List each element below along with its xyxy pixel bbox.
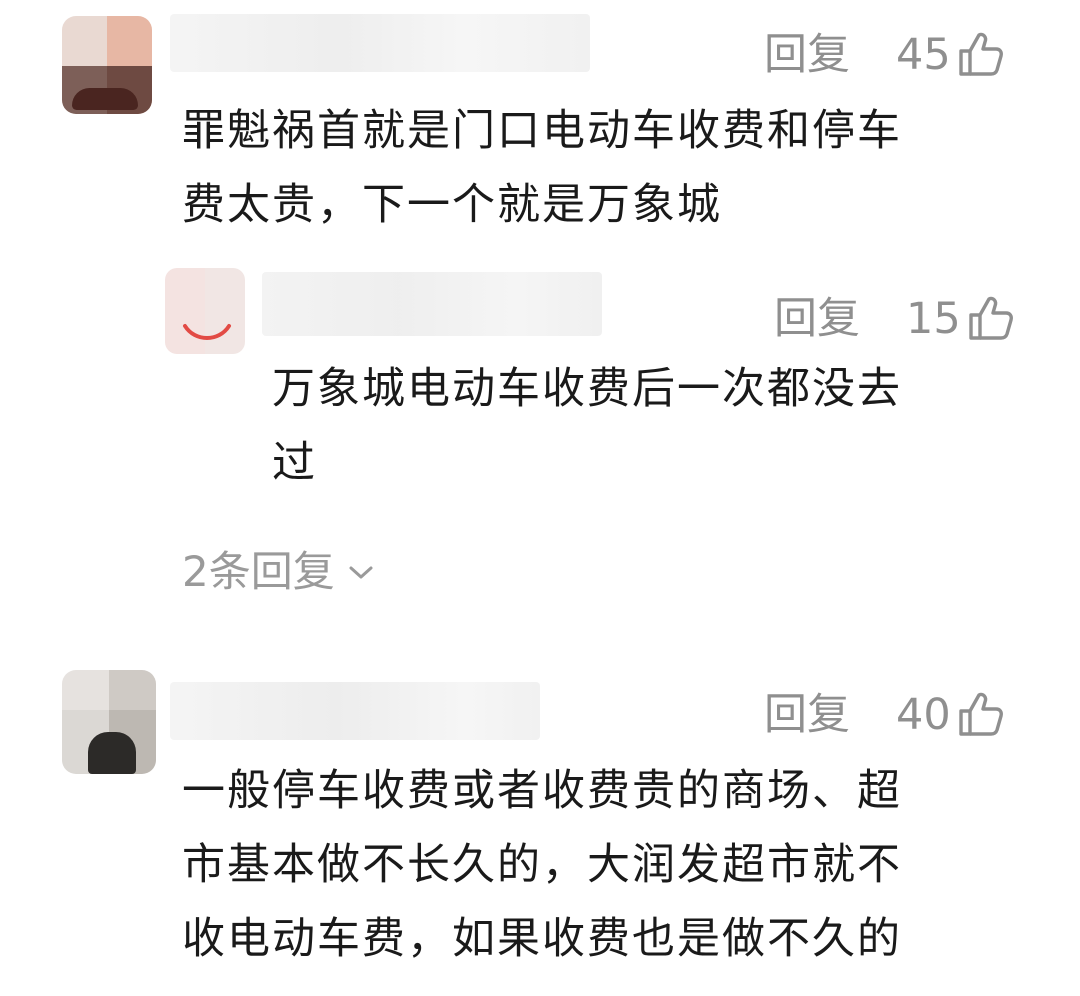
comment-text-line: 市基本做不长久的，大润发超市就不 xyxy=(182,840,902,890)
reply-button[interactable]: 回复 xyxy=(774,297,860,341)
username-blurred xyxy=(262,272,602,336)
expand-replies-button[interactable]: 2条回复 xyxy=(182,538,375,599)
chevron-down-icon xyxy=(347,544,375,593)
like-count: 45 xyxy=(896,29,951,80)
username-blurred xyxy=(170,14,590,72)
user-avatar[interactable] xyxy=(62,670,156,774)
like-count: 15 xyxy=(906,293,961,344)
thumbs-up-icon xyxy=(955,690,1005,740)
comment-text: 万象城电动车收费后一次都没去 过 xyxy=(272,352,1032,500)
username-blurred xyxy=(170,682,540,740)
thumbs-up-icon xyxy=(955,30,1005,80)
comment-text-line: 罪魁祸首就是门口电动车收费和停车 xyxy=(182,106,902,156)
user-avatar[interactable] xyxy=(165,268,245,354)
reply-button[interactable]: 回复 xyxy=(764,33,850,77)
comment-text-line: 过 xyxy=(272,438,317,488)
comment-actions: 回复 15 xyxy=(774,294,1015,344)
comment-text-line: 万象城电动车收费后一次都没去 xyxy=(272,364,902,414)
comment-text: 一般停车收费或者收费贵的商场、超 市基本做不长久的，大润发超市就不 收电动车费，… xyxy=(182,754,1042,976)
comment-text: 罪魁祸首就是门口电动车收费和停车 费太贵，下一个就是万象城 xyxy=(182,94,1042,242)
comment-text-line: 一般停车收费或者收费贵的商场、超 xyxy=(182,766,902,816)
like-button[interactable]: 45 xyxy=(896,30,1005,80)
thumbs-up-icon xyxy=(965,294,1015,344)
comment-item: 回复 45 罪魁祸首就是门口电动车收费和停车 费太贵，下一个就是万象城 xyxy=(0,0,1080,240)
comment-text-line: 费太贵，下一个就是万象城 xyxy=(182,180,722,230)
comment-text-line: 收电动车费，如果收费也是做不久的 xyxy=(182,914,902,964)
like-count: 40 xyxy=(896,689,951,740)
like-button[interactable]: 40 xyxy=(896,690,1005,740)
expand-replies-label: 2条回复 xyxy=(182,547,335,596)
comment-actions: 回复 40 xyxy=(764,690,1005,740)
like-button[interactable]: 15 xyxy=(906,294,1015,344)
reply-button[interactable]: 回复 xyxy=(764,693,850,737)
user-avatar[interactable] xyxy=(62,16,152,114)
comment-item: 回复 40 一般停车收费或者收费贵的商场、超 市基本做不长久的，大润发超市就不 … xyxy=(0,664,1080,996)
comment-actions: 回复 45 xyxy=(764,30,1005,80)
reply-item: 回复 15 万象城电动车收费后一次都没去 过 xyxy=(0,262,1080,512)
